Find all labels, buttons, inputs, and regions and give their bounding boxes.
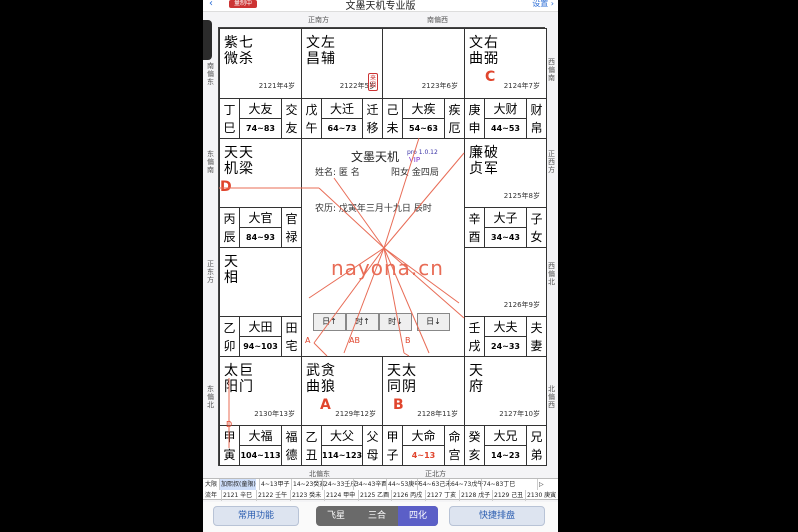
side-drawer-handle[interactable]	[203, 20, 212, 60]
dayun-cell[interactable]: 24~33壬戌	[322, 479, 356, 490]
liunian-cell[interactable]: 2123 癸未	[290, 490, 321, 501]
dayun-bar: 大限 加熙叔(童限) 4~13甲子 14~23癸亥 24~33壬戌 34~43辛酉 44~…	[203, 478, 558, 501]
recording-badge: 量制中	[229, 0, 258, 8]
liunian-cell[interactable]: 2126 丙戌	[391, 490, 422, 501]
common-functions-button[interactable]: 常用功能	[213, 506, 299, 526]
dayun-cell[interactable]: 44~53庚申	[386, 479, 420, 490]
arrow-line	[403, 352, 410, 357]
dayun-cell[interactable]: 54~63己未	[417, 479, 451, 490]
mode-segmented-control: 飞星 三合 四化	[316, 506, 438, 526]
arrow-label: D	[226, 420, 233, 429]
dayun-cell[interactable]: 加熙叔(童限)	[219, 479, 256, 490]
liunian-cell[interactable]: 2121 辛巳	[221, 490, 252, 501]
dayun-label: 大限	[205, 481, 218, 488]
liunian-cell[interactable]: 2130 庚寅	[525, 490, 556, 501]
arrow-label: A	[305, 336, 311, 345]
arrow-line	[383, 137, 420, 249]
tab-feixing[interactable]: 飞星	[316, 506, 356, 526]
arrow-line	[333, 177, 385, 249]
dir-right-bottom: 北偏西	[548, 385, 555, 409]
arrow-line	[313, 342, 328, 357]
dir-left-mid: 东偏南	[207, 150, 214, 174]
dayun-cell[interactable]: 14~23癸亥	[291, 479, 325, 490]
liunian-cell[interactable]: 2124 甲申	[324, 490, 355, 501]
app-title: 文墨天机专业版	[345, 1, 416, 12]
arrow-line	[383, 247, 405, 354]
dayun-cell[interactable]: 4~13甲子	[259, 479, 289, 490]
dir-left-low: 正东方	[207, 260, 214, 284]
sihua-arrows	[219, 137, 465, 448]
liunian-cell[interactable]: 2129 己丑	[492, 490, 523, 501]
dayun-cell[interactable]: 34~43辛酉	[353, 479, 387, 490]
dir-left-top: 南偏东	[207, 62, 214, 86]
settings-link[interactable]: 设置 ›	[532, 0, 554, 9]
tab-sihua[interactable]: 四化	[398, 506, 438, 526]
dir-right-top: 西偏南	[548, 58, 555, 82]
dayun-cell[interactable]: 74~83丁巳	[481, 479, 515, 490]
dir-top-right: 南偏西	[427, 16, 448, 24]
arrow-line	[313, 247, 385, 344]
tab-sanhe[interactable]: 三合	[357, 506, 397, 526]
dayun-cell[interactable]: 64~73戊午	[449, 479, 483, 490]
dir-left-bottom: 东偏北	[207, 385, 214, 409]
liunian-label: 流年	[205, 492, 218, 499]
arrow-line	[308, 247, 385, 299]
arrow-line	[318, 187, 385, 249]
arrow-label: AB	[349, 336, 360, 345]
liunian-cell[interactable]: 2125 乙酉	[358, 490, 389, 501]
dir-right-mid: 正西方	[548, 150, 555, 174]
quick-chart-button[interactable]: 快捷排盘	[449, 506, 545, 526]
arrow-line	[383, 247, 465, 319]
liunian-cell[interactable]: 2127 丁亥	[425, 490, 456, 501]
arrow-line	[383, 152, 465, 249]
liunian-cell[interactable]: 2122 壬午	[256, 490, 287, 501]
liunian-cell[interactable]: 2128 戊子	[459, 490, 490, 501]
dir-top-left: 正南方	[308, 16, 329, 24]
ziwei-chart: 文墨天机 pro 1.0.12 VIP 姓名: 匿 名 阳女 金四局 农历: 戊…	[218, 27, 547, 466]
arrow-label: B	[405, 336, 411, 345]
back-icon[interactable]: ‹	[209, 0, 213, 9]
nav-bar: ‹ 量制中 文墨天机专业版 设置 ›	[203, 0, 558, 12]
bottom-toolbar: 常用功能 飞星 三合 四化 快捷排盘	[203, 502, 558, 532]
app-screen: ‹ 量制中 文墨天机专业版 设置 › 正南方 南偏西 北偏东 正北方 南偏东 东…	[203, 0, 558, 532]
dir-right-low: 西偏北	[548, 262, 555, 286]
dayun-cell[interactable]: ▷	[537, 479, 544, 490]
